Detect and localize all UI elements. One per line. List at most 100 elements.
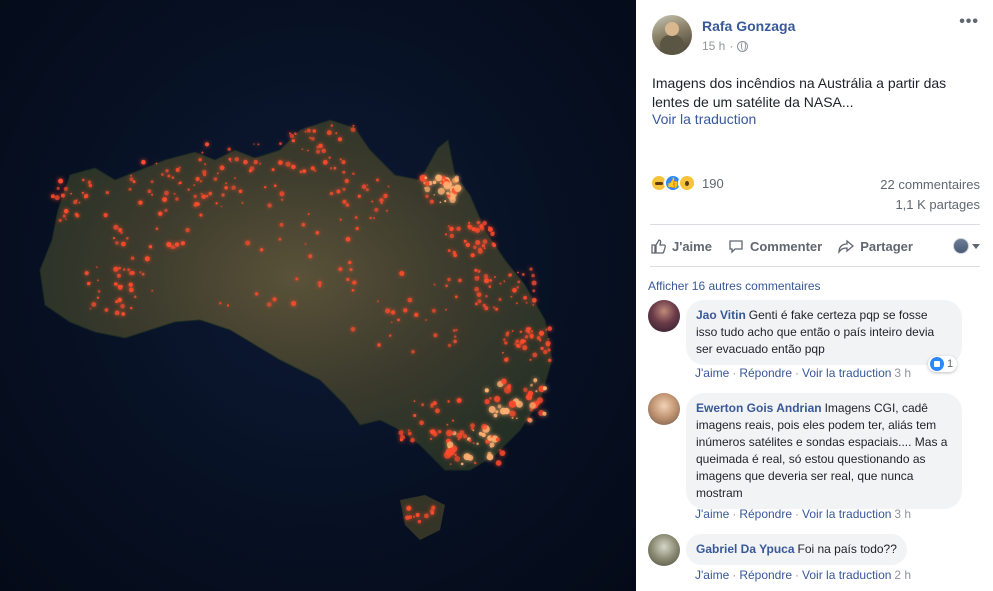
commenter-name[interactable]: Ewerton Gois Andrian (696, 401, 822, 415)
fire-hotspot (488, 406, 496, 413)
divider (650, 224, 980, 225)
fire-hotspot (249, 166, 255, 171)
fire-hotspot (447, 194, 451, 198)
fire-hotspot (431, 308, 436, 313)
fire-hotspot (63, 186, 68, 191)
fire-hotspot (56, 186, 60, 190)
chevron-down-icon (972, 243, 980, 249)
comment-translate-link[interactable]: Voir la traduction (802, 568, 891, 582)
fire-hotspot (253, 159, 258, 165)
fire-hotspot (385, 308, 391, 314)
fire-hotspot (326, 130, 332, 136)
fire-hotspot (226, 304, 230, 307)
reaction-count[interactable]: 190 (702, 176, 724, 191)
reactions-summary[interactable]: 👍 190 (650, 174, 724, 192)
fire-hotspot (478, 247, 482, 251)
fire-hotspot (187, 188, 190, 191)
comment-translate-link[interactable]: Voir la traduction (802, 507, 891, 521)
comment-like-link[interactable]: J'aime (695, 366, 729, 380)
fire-hotspot (328, 156, 331, 159)
fire-hotspot (291, 139, 295, 143)
fire-hotspot (338, 137, 342, 142)
fire-hotspot (198, 158, 202, 162)
author-avatar[interactable] (652, 15, 692, 55)
fire-hotspot (474, 268, 478, 272)
see-translation-link[interactable]: Voir la traduction (652, 111, 756, 127)
fire-hotspot (536, 397, 544, 404)
post-actions: J'aime Commenter Partager (650, 234, 980, 258)
fire-hotspot (339, 158, 342, 161)
shares-count[interactable]: 1,1 K partages (895, 197, 980, 212)
fire-hotspot (480, 226, 485, 231)
fire-hotspot (117, 284, 123, 290)
fire-hotspot (429, 199, 434, 204)
comment-reply-link[interactable]: Répondre (739, 507, 792, 521)
commenter-name[interactable]: Jao Vitin (696, 308, 746, 322)
share-button[interactable]: Partager (838, 238, 913, 254)
comment-time[interactable]: 3 h (894, 507, 911, 521)
fire-hotspot (458, 278, 462, 283)
comment-like-link[interactable]: J'aime (695, 507, 729, 521)
fire-hotspot (475, 240, 481, 245)
fire-hotspot (213, 177, 218, 182)
comment-reply-link[interactable]: Répondre (739, 366, 792, 380)
fire-hotspot (205, 194, 209, 198)
fire-hotspot (499, 282, 502, 285)
fire-hotspot (503, 386, 512, 394)
fire-hotspot (477, 269, 481, 273)
like-label: J'aime (672, 238, 712, 254)
fire-hotspot (445, 308, 447, 311)
fire-hotspot (321, 148, 326, 153)
fire-hotspot (316, 149, 320, 154)
fire-hotspot (503, 280, 506, 283)
fire-hotspot (369, 216, 372, 220)
comments-count[interactable]: 22 commentaires (880, 177, 980, 192)
fire-hotspot (516, 417, 518, 420)
fire-hotspot (454, 177, 459, 183)
comment-translate-link[interactable]: Voir la traduction (802, 366, 891, 380)
fire-hotspot (424, 187, 426, 189)
commenter-avatar[interactable] (648, 300, 680, 332)
comment-button[interactable]: Commenter (728, 238, 822, 254)
view-more-comments-link[interactable]: Afficher 16 autres commentaires (648, 279, 821, 293)
comment-time[interactable]: 2 h (894, 568, 911, 582)
profile-thumbnail-icon (953, 238, 969, 254)
fire-hotspot (443, 181, 450, 188)
post-photo[interactable] (0, 0, 636, 591)
fire-hotspot (483, 274, 489, 279)
fire-hotspot (234, 177, 236, 179)
comment-like-link[interactable]: J'aime (695, 568, 729, 582)
more-options-icon[interactable]: ••• (959, 13, 979, 31)
comment-icon (729, 240, 743, 254)
like-button[interactable]: J'aime (650, 238, 712, 254)
post-time[interactable]: 15 h (702, 39, 725, 53)
fire-hotspot (70, 192, 72, 195)
fire-hotspot (515, 302, 518, 305)
fire-hotspot (512, 288, 517, 292)
fire-hotspot (155, 227, 159, 230)
commenter-avatar[interactable] (648, 393, 680, 425)
comment-reply-link[interactable]: Répondre (739, 568, 792, 582)
fire-hotspot (302, 169, 307, 174)
globe-icon[interactable] (737, 40, 749, 52)
fire-hotspot (437, 429, 442, 434)
fire-hotspot (490, 435, 493, 438)
comment-reactions[interactable]: 1 (928, 356, 958, 372)
comment-label: Commenter (749, 238, 823, 254)
fire-hotspot (521, 273, 525, 276)
fire-hotspot (113, 266, 119, 272)
audience-selector[interactable] (953, 238, 980, 254)
fire-hotspot (329, 191, 334, 196)
author-name[interactable]: Rafa Gonzaga (702, 18, 795, 34)
fire-hotspot (399, 434, 406, 440)
fire-hotspot (501, 351, 504, 354)
fire-hotspot (447, 225, 450, 228)
fire-hotspot (138, 200, 143, 205)
share-arrow-icon (838, 239, 855, 254)
commenter-avatar[interactable] (648, 534, 680, 566)
commenter-name[interactable]: Gabriel Da Ypuca (696, 542, 795, 556)
fire-hotspot (127, 268, 131, 272)
comment-item: Gabriel Da Ypuca Foi na país todo?? J'aim… (648, 534, 982, 586)
fire-hotspot (476, 442, 479, 446)
comment-time[interactable]: 3 h (894, 366, 911, 380)
